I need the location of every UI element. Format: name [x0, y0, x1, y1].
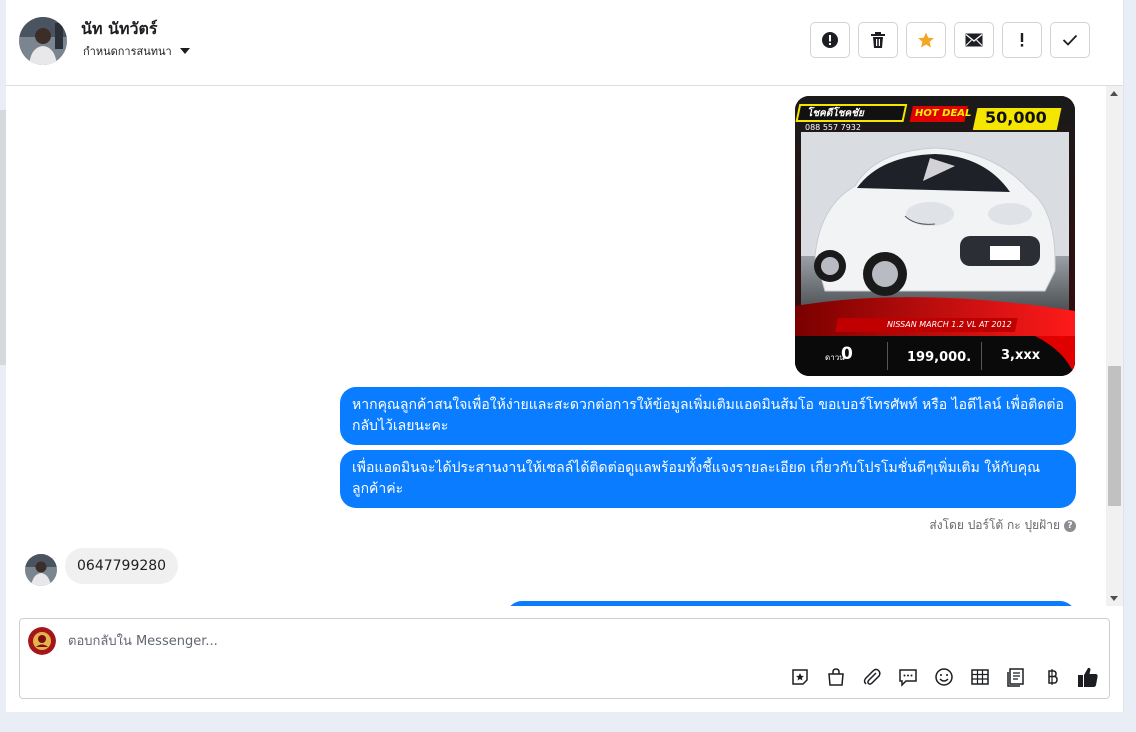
car-ad-model: NISSAN MARCH 1.2 VL AT 2012 [887, 320, 1012, 329]
envelope-icon [965, 33, 983, 47]
outgoing-message-partial[interactable] [506, 601, 1076, 606]
car-ad-deal-label: HOT DEAL [915, 108, 972, 119]
message-thread[interactable]: โชคดีโชคชัย HOT DEAL 50,000 088 557 7932… [6, 86, 1106, 606]
incoming-message-text: 0647799280 [77, 558, 167, 574]
baht-icon[interactable] [1041, 666, 1063, 688]
reply-input[interactable] [66, 629, 770, 653]
bag-icon[interactable] [825, 666, 847, 688]
outgoing-message[interactable]: หากคุณลูกค้าสนใจเพื่อให้ง่ายและสะดวกต่อก… [340, 387, 1076, 445]
car-ad-phone: 088 557 7932 [805, 123, 861, 132]
reply-composer [19, 618, 1110, 699]
car-ad-price-value: 199,000. [907, 350, 972, 365]
conversation-panel: นัท นัทวัตร์ กำหนดการสนทนา โชคดีโชคชัย H… [6, 0, 1124, 712]
trash-icon [871, 32, 885, 48]
car-ad-price-banner: 50,000 [985, 108, 1047, 127]
assign-conversation-dropdown[interactable]: กำหนดการสนทนา [83, 42, 190, 60]
contact-avatar-small[interactable] [25, 554, 57, 586]
sent-by-label: ส่งโดย ปอร์โต้ กะ ปุยฝ้าย ? [929, 516, 1076, 535]
messenger-inbox: นัท นัทวัตร์ กำหนดการสนทนา โชคดีโชคชัย H… [0, 0, 1136, 732]
outgoing-message-text: หากคุณลูกค้าสนใจเพื่อให้ง่ายและสะดวกต่อก… [352, 397, 1064, 434]
spam-button[interactable] [810, 22, 850, 58]
chat-bubble-icon[interactable] [897, 666, 919, 688]
car-ad-image[interactable]: โชคดีโชคชัย HOT DEAL 50,000 088 557 7932… [795, 96, 1075, 376]
car-ad-down-value: 0 [841, 344, 853, 364]
follow-up-button[interactable] [1002, 22, 1042, 58]
scrollbar-thumb[interactable] [1108, 366, 1121, 506]
delete-button[interactable] [858, 22, 898, 58]
sent-by-text: ส่งโดย ปอร์โต้ กะ ปุยฝ้าย [929, 518, 1060, 532]
page-avatar [28, 627, 56, 655]
incoming-message[interactable]: 0647799280 [65, 548, 179, 584]
outgoing-message-text: เพื่อแอดมินจะได้ประสานงานให้เซลล์ได้ติดต… [352, 460, 1041, 497]
table-icon[interactable] [969, 666, 991, 688]
exclamation-icon [1020, 33, 1024, 47]
sticker-star-icon[interactable] [789, 666, 811, 688]
check-icon [1062, 34, 1078, 46]
car-ad-brand: โชคดีโชคชัย [807, 108, 864, 119]
help-icon[interactable]: ? [1064, 519, 1076, 532]
assign-label: กำหนดการสนทนา [83, 45, 172, 58]
caret-down-icon [179, 48, 190, 54]
thumbs-up-icon[interactable] [1077, 666, 1099, 688]
contact-avatar[interactable] [19, 17, 67, 65]
message-scrollbar[interactable] [1106, 86, 1123, 606]
star-icon [918, 32, 934, 48]
smiley-icon[interactable] [933, 666, 955, 688]
scroll-up-icon[interactable] [1110, 91, 1118, 96]
paperclip-icon[interactable] [861, 666, 883, 688]
outgoing-message[interactable]: เพื่อแอดมินจะได้ประสานงานให้เซลล์ได้ติดต… [340, 450, 1076, 508]
alert-circle-icon [822, 32, 838, 48]
star-button[interactable] [906, 22, 946, 58]
car-ad-installment-value: 3,xxx [1001, 348, 1041, 363]
mark-unread-button[interactable] [954, 22, 994, 58]
mark-done-button[interactable] [1050, 22, 1090, 58]
saved-reply-icon[interactable] [1005, 666, 1027, 688]
conversation-header: นัท นัทวัตร์ กำหนดการสนทนา [6, 0, 1123, 86]
scroll-down-icon[interactable] [1110, 596, 1118, 601]
contact-name: นัท นัทวัตร์ [81, 19, 158, 38]
